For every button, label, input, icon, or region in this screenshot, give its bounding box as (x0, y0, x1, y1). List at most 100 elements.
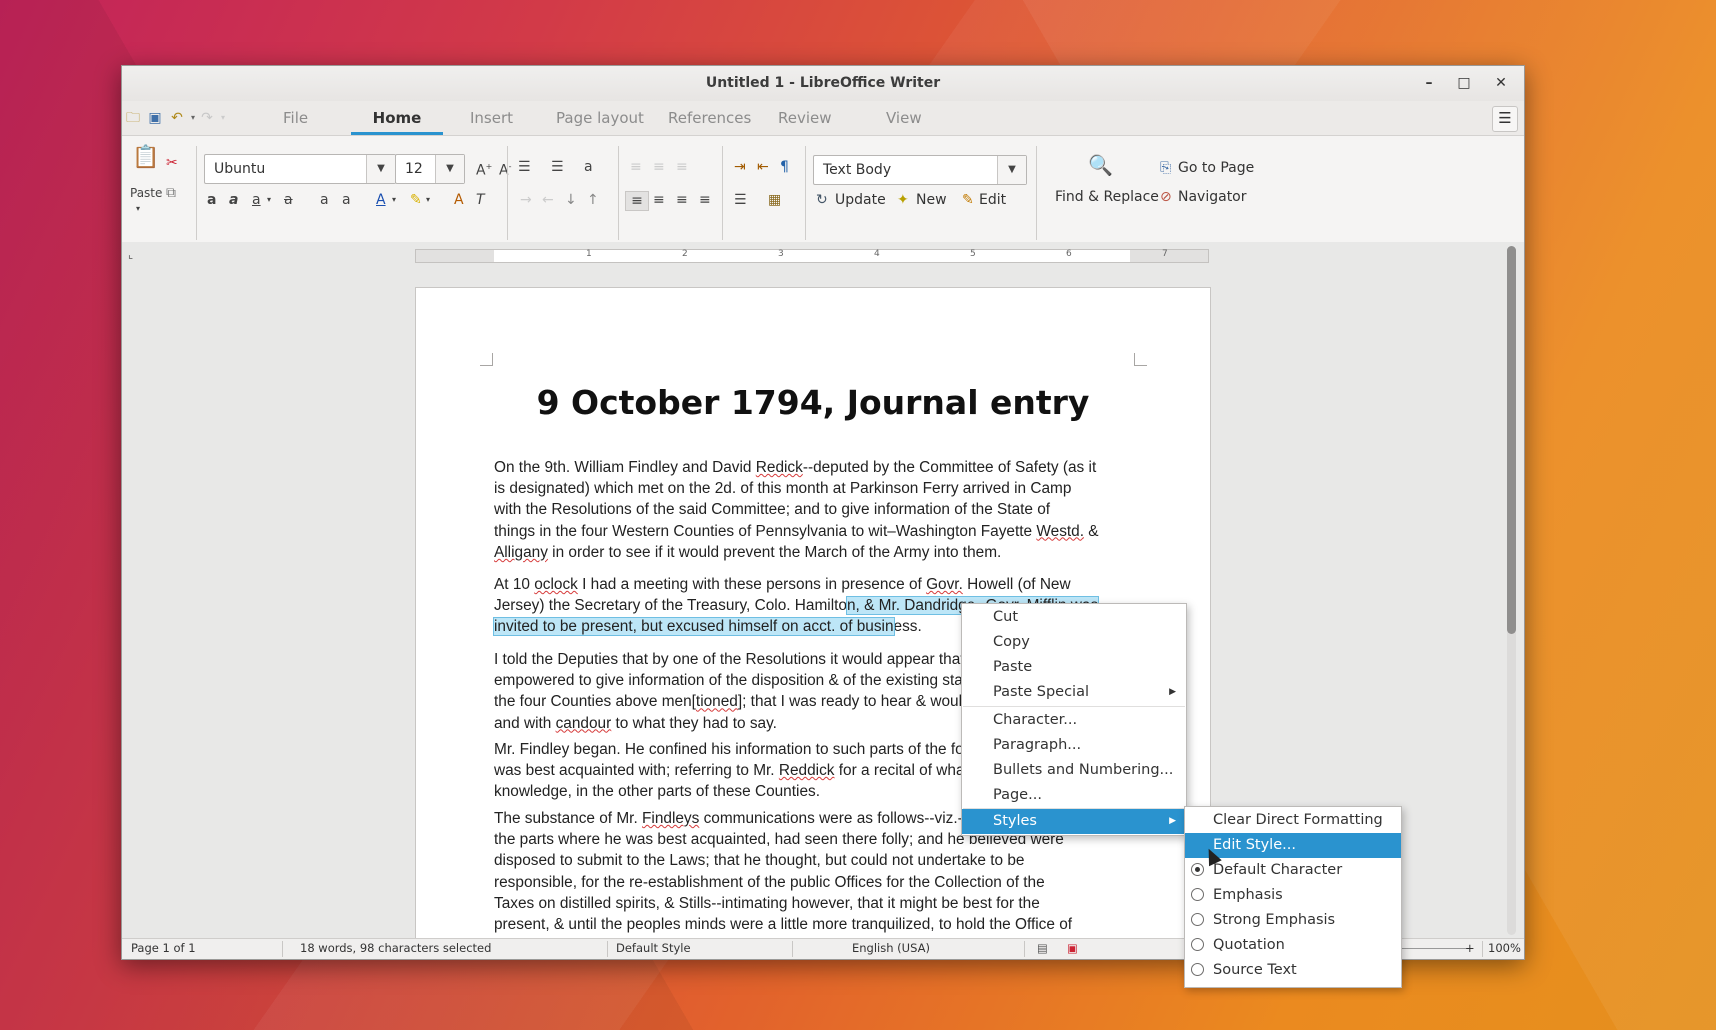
word-count[interactable]: 18 words, 98 characters selected (300, 939, 491, 958)
text-run[interactable]: On the 9th. William Findley and David (494, 459, 756, 476)
menu-item-paste-special[interactable]: Paste Special ▶ (962, 680, 1186, 705)
font-color-dropdown-icon[interactable]: ▾ (392, 191, 396, 209)
highlight-icon[interactable]: ✎ (410, 191, 422, 209)
paste-label[interactable]: Paste (130, 184, 162, 202)
misspelled-word[interactable]: Westd. (1036, 523, 1084, 540)
go-to-page-button[interactable]: Go to Page (1178, 160, 1254, 176)
text-run[interactable]: Howell (of New (963, 576, 1071, 593)
misspelled-word[interactable]: tioned (696, 693, 738, 710)
menu-item-page[interactable]: Page... (962, 783, 1186, 808)
misspelled-word[interactable]: Alligany (494, 544, 548, 561)
text-run[interactable]: to what they had to say. (611, 715, 777, 732)
find-replace-icon[interactable]: 🔍 (1088, 155, 1113, 175)
bold-icon[interactable]: a (207, 191, 216, 209)
clear-formatting-icon[interactable]: T (476, 191, 485, 209)
menu-item-clear-direct-formatting[interactable]: Clear Direct Formatting (1185, 808, 1401, 833)
text-run[interactable]: the four Counties above men[ (494, 693, 696, 710)
font-size-dropdown-icon[interactable]: ▼ (435, 155, 464, 183)
view-layout-icon[interactable]: ▤ (1037, 939, 1048, 958)
underline-icon[interactable]: a (252, 191, 261, 209)
text-run[interactable]: ess. (894, 618, 922, 635)
zoom-plus[interactable]: + (1465, 939, 1475, 958)
selected-text[interactable]: invited to be present, but excused himse… (493, 617, 895, 637)
text-run[interactable]: responsible, for the re-establishment of… (494, 874, 1045, 891)
move-up-icon[interactable]: ↑ (587, 191, 599, 209)
tab-home[interactable]: Home (351, 101, 443, 135)
font-color-icon[interactable]: A (376, 191, 386, 209)
misspelled-word[interactable]: Redick (756, 459, 803, 476)
text-run[interactable]: present, & until the peoples minds were … (494, 916, 1072, 933)
move-down-icon[interactable]: ↓ (565, 191, 577, 209)
open-folder-icon[interactable]: 🗀 (124, 109, 142, 127)
text-line[interactable]: with the Resolutions of the said Committ… (494, 499, 1134, 520)
horizontal-ruler[interactable]: 1 2 3 4 5 6 7 (415, 249, 1209, 263)
font-name-box[interactable]: Ubuntu ▼ (204, 154, 396, 184)
cut-icon[interactable]: ✂ (166, 154, 178, 172)
tab-view[interactable]: View (886, 101, 922, 135)
bullets-icon[interactable]: ☰ (518, 158, 531, 176)
menu-item-quotation[interactable]: Quotation (1185, 933, 1401, 958)
menu-item-strong-emphasis[interactable]: Strong Emphasis (1185, 908, 1401, 933)
text-run[interactable]: was best acquainted with; referring to M… (494, 762, 779, 779)
outline-format-icon[interactable]: a (584, 158, 593, 176)
justify-icon[interactable]: ≡ (699, 191, 711, 209)
align-right-icon[interactable]: ≡ (676, 191, 688, 209)
misspelled-word[interactable]: oclock (534, 576, 578, 593)
character-background-icon[interactable]: A (454, 191, 464, 209)
language[interactable]: English (USA) (852, 939, 930, 958)
paragraph-spacing-icon[interactable]: ☰ (734, 191, 747, 209)
text-line[interactable]: things in the four Western Counties of P… (494, 521, 1134, 542)
page-count[interactable]: Page 1 of 1 (131, 939, 196, 958)
text-run[interactable]: Jersey) the Secretary of the Treasury, C… (494, 597, 847, 614)
paragraph-style-dropdown-icon[interactable]: ▼ (997, 156, 1026, 184)
shrink-font-icon[interactable]: A- (499, 158, 511, 180)
menu-item-emphasis[interactable]: Emphasis (1185, 883, 1401, 908)
increase-indent-icon[interactable]: ⇥ (734, 158, 746, 176)
menu-item-paste[interactable]: Paste (962, 655, 1186, 680)
update-style-icon[interactable]: ↻ (816, 191, 828, 209)
hamburger-menu-icon[interactable]: ☰ (1492, 106, 1518, 132)
shadow-icon[interactable]: a (320, 191, 329, 209)
text-run[interactable]: things in the four Western Counties of P… (494, 523, 1036, 540)
text-line[interactable]: is designated) which met on the 2d. of t… (494, 478, 1134, 499)
decrease-indent-icon[interactable]: ⇤ (757, 158, 769, 176)
misspelled-word[interactable]: candour (556, 715, 612, 732)
text-line[interactable]: At 10 oclock I had a meeting with these … (494, 574, 1134, 595)
maximize-button[interactable]: □ (1449, 66, 1479, 101)
menu-item-bullets-numbering[interactable]: Bullets and Numbering... (962, 758, 1186, 783)
navigator-button[interactable]: Navigator (1178, 189, 1247, 205)
menu-item-cut[interactable]: Cut (962, 605, 1186, 630)
close-button[interactable]: ✕ (1486, 66, 1516, 101)
misspelled-word[interactable]: Findleys (642, 810, 699, 827)
text-run[interactable]: I told the Deputies that by one of the R… (494, 651, 1036, 668)
text-line[interactable]: Taxes on distilled spirits, & Stills--in… (494, 893, 1134, 914)
underline-dropdown-icon[interactable]: ▾ (267, 191, 271, 209)
scrollbar-thumb[interactable] (1507, 246, 1516, 634)
edit-style-button[interactable]: Edit (979, 192, 1006, 208)
text-run[interactable]: with the Resolutions of the said Committ… (494, 501, 1050, 518)
text-run[interactable]: At 10 (494, 576, 534, 593)
tab-insert[interactable]: Insert (470, 101, 513, 135)
menu-item-source-text[interactable]: Source Text (1185, 958, 1401, 983)
text-run[interactable]: Taxes on distilled spirits, & Stills--in… (494, 895, 1040, 912)
text-run[interactable]: I had a meeting with these persons in pr… (578, 576, 926, 593)
find-replace-button[interactable]: Find & Replace (1055, 189, 1159, 205)
misspelled-word[interactable]: Reddick (779, 762, 835, 779)
navigator-icon[interactable]: ⊘ (1160, 188, 1172, 206)
grow-font-icon[interactable]: A+ (476, 158, 492, 180)
copy-icon[interactable]: ⧉ (166, 184, 176, 202)
update-style-button[interactable]: Update (835, 192, 886, 208)
outline-icon[interactable]: a (342, 191, 351, 209)
font-size-box[interactable]: 12 ▼ (395, 154, 465, 184)
menu-item-character[interactable]: Character... (962, 708, 1186, 733)
menu-item-styles[interactable]: Styles ▶ (962, 809, 1186, 834)
text-line[interactable]: On the 9th. William Findley and David Re… (494, 457, 1134, 478)
new-style-icon[interactable]: ✦ (897, 191, 909, 209)
numbering-icon[interactable]: ☰ (551, 158, 564, 176)
document-title[interactable]: 9 October 1794, Journal entry (416, 383, 1210, 422)
vertical-scrollbar[interactable] (1507, 246, 1516, 935)
text-run[interactable]: is designated) which met on the 2d. of t… (494, 480, 1071, 497)
text-run[interactable]: --deputed by the Committee of Safety (as… (803, 459, 1096, 476)
new-style-button[interactable]: New (916, 192, 947, 208)
text-run[interactable]: disposed to submit to the Laws; that he … (494, 852, 1024, 869)
